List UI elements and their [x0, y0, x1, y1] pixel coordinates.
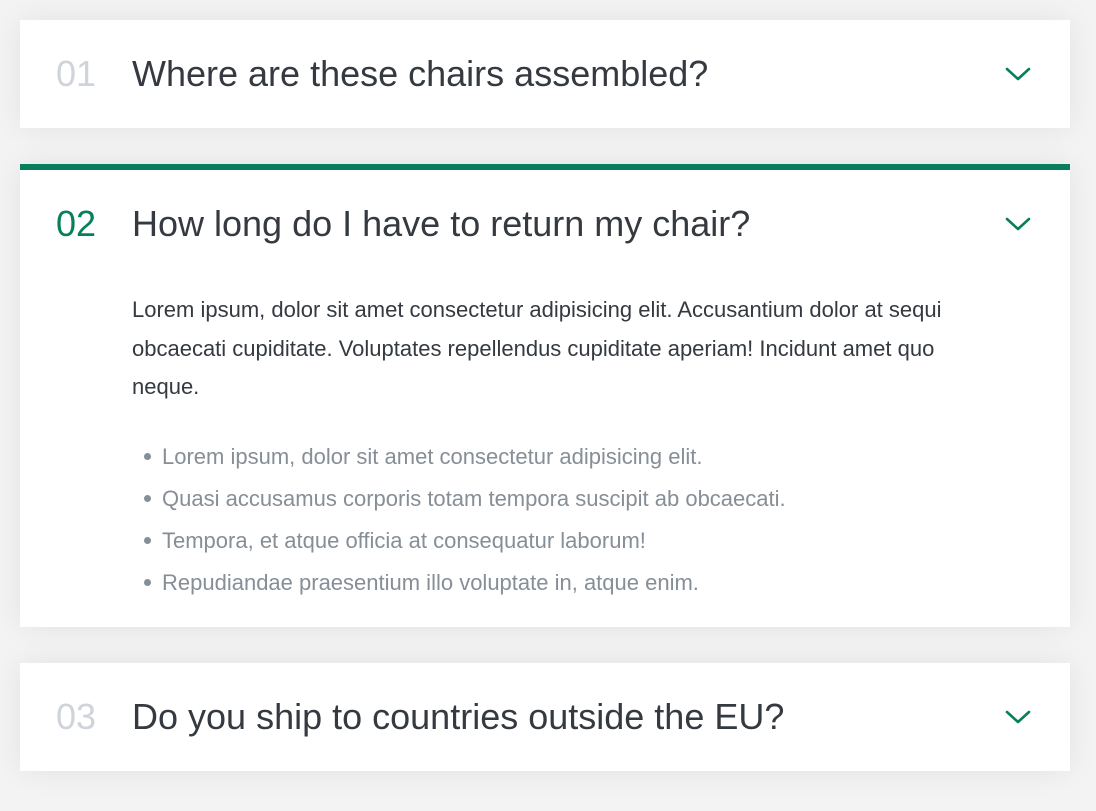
faq-item-question: How long do I have to return my chair?: [132, 202, 751, 244]
faq-item-number: 03: [56, 696, 97, 737]
list-item-text: Quasi accusamus corporis totam tempora s…: [162, 485, 786, 511]
list-item-text: Lorem ipsum, dolor sit amet consectetur …: [162, 443, 703, 469]
bullet-icon: [144, 452, 151, 460]
faq-item-question: Where are these chairs assembled?: [132, 53, 709, 94]
faq-item-header[interactable]: 02 How long do I have to return my chair…: [20, 170, 1070, 277]
faq-item-02: 02 How long do I have to return my chair…: [20, 164, 1070, 627]
chevron-down-icon[interactable]: [1002, 58, 1034, 90]
list-item: Tempora, et atque officia at consequatur…: [144, 527, 970, 554]
bullet-icon: [144, 536, 151, 544]
list-item-text: Repudiandae praesentium illo voluptate i…: [162, 569, 699, 595]
faq-answer-list: Lorem ipsum, dolor sit amet consectetur …: [132, 443, 970, 596]
faq-item-03: 03 Do you ship to countries outside the …: [20, 663, 1070, 771]
chevron-down-icon[interactable]: [1002, 701, 1034, 733]
faq-item-number: 01: [56, 53, 97, 94]
faq-item-header[interactable]: 01 Where are these chairs assembled?: [20, 20, 1070, 128]
bullet-icon: [144, 578, 151, 586]
faq-item-header[interactable]: 03 Do you ship to countries outside the …: [20, 663, 1070, 771]
faq-item-01: 01 Where are these chairs assembled?: [20, 20, 1070, 128]
list-item: Quasi accusamus corporis totam tempora s…: [144, 485, 970, 512]
faq-item-content: Lorem ipsum, dolor sit amet consectetur …: [20, 277, 1070, 596]
chevron-down-icon[interactable]: [1002, 208, 1034, 240]
faq-item-number: 02: [56, 202, 97, 244]
faq-answer-text: Lorem ipsum, dolor sit amet consectetur …: [132, 297, 942, 399]
faq-accordion: 01 Where are these chairs assembled? 02 …: [20, 20, 1070, 771]
list-item-text: Tempora, et atque officia at consequatur…: [162, 527, 646, 553]
faq-item-question: Do you ship to countries outside the EU?: [132, 696, 785, 737]
list-item: Repudiandae praesentium illo voluptate i…: [144, 569, 970, 596]
list-item: Lorem ipsum, dolor sit amet consectetur …: [144, 443, 970, 470]
bullet-icon: [144, 494, 151, 502]
